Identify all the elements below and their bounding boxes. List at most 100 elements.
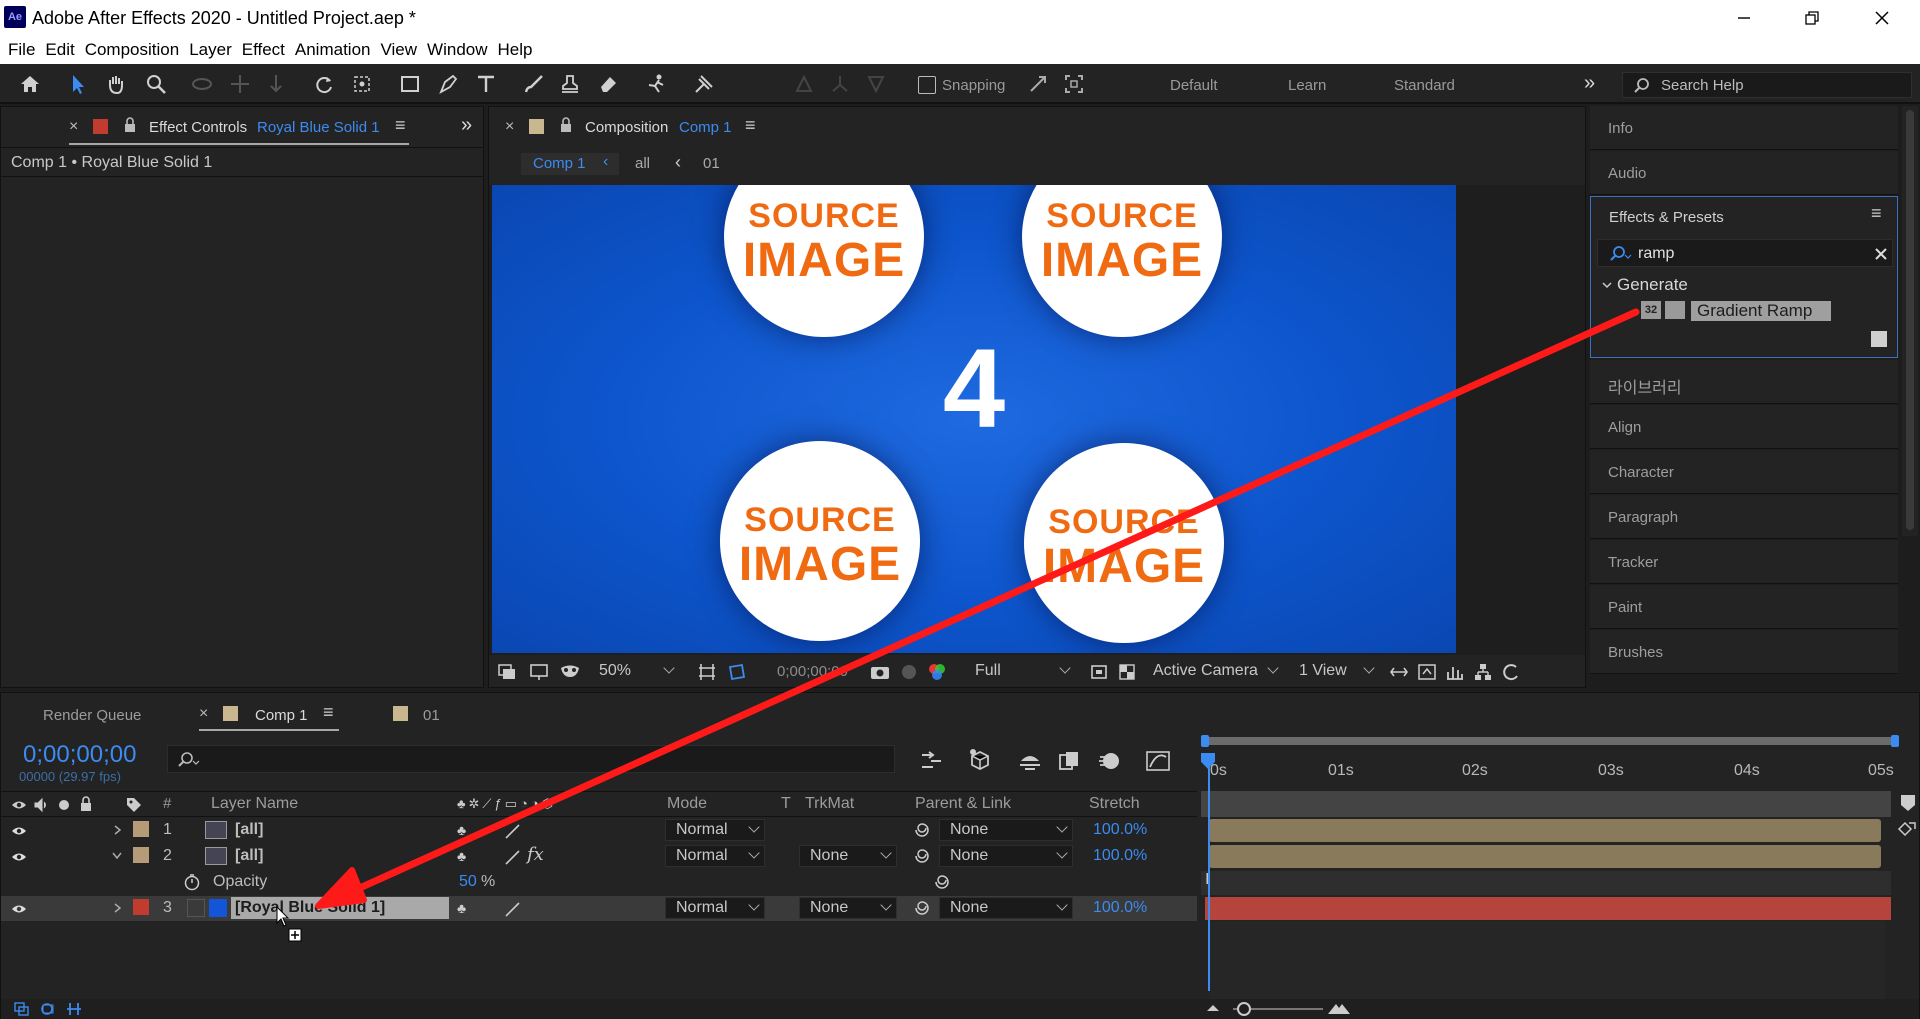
tracker-panel-tab[interactable]: Tracker [1590, 540, 1898, 584]
menu-help[interactable]: Help [498, 40, 533, 60]
align-panel-tab[interactable]: Align [1590, 405, 1898, 449]
expression-pick-whip-icon[interactable] [933, 873, 951, 891]
shy-switch-icon[interactable]: ♣ [457, 822, 475, 840]
new-bin-icon[interactable] [1871, 331, 1887, 347]
layer-row-1[interactable]: 1 [all] ♣ Normal None 100.0% [1, 818, 1197, 843]
frame-blending-icon[interactable] [1057, 749, 1083, 773]
zoom-in-icon[interactable] [1327, 1000, 1351, 1016]
panel-menu-icon[interactable]: ≡ [745, 115, 756, 136]
zoom-dropdown[interactable]: 50% [589, 661, 679, 683]
gradient-ramp-effect[interactable]: Gradient Ramp [1691, 301, 1831, 321]
close-window-button[interactable] [1860, 4, 1904, 32]
hand-tool-icon[interactable] [102, 70, 130, 98]
eye-icon[interactable] [11, 850, 27, 864]
effect-controls-layer[interactable]: Royal Blue Solid 1 [257, 119, 380, 136]
snap-edges-icon[interactable] [1024, 70, 1052, 98]
paragraph-panel-tab[interactable]: Paragraph [1590, 495, 1898, 539]
selection-tool-icon[interactable] [64, 70, 92, 98]
monitor-icon[interactable] [529, 663, 549, 681]
zoom-out-icon[interactable] [1205, 1001, 1221, 1015]
parent-dropdown[interactable]: None [939, 819, 1073, 841]
comp-button-icon[interactable] [1895, 819, 1917, 839]
home-icon[interactable] [16, 70, 44, 98]
layer-2-duration-bar[interactable] [1209, 845, 1881, 868]
resolution-grid-icon[interactable] [697, 662, 717, 682]
clear-search-icon[interactable] [1874, 247, 1888, 261]
effect-controls-title[interactable]: Effect Controls [149, 119, 247, 136]
shy-switch-icon[interactable]: ♣ [457, 848, 475, 866]
audio-panel-tab[interactable]: Audio [1590, 151, 1898, 195]
menu-animation[interactable]: Animation [295, 40, 371, 60]
pick-whip-icon[interactable] [913, 821, 931, 839]
quality-switch-icon[interactable] [503, 848, 521, 866]
zoom-slider-thumb[interactable] [1237, 1002, 1251, 1016]
menu-file[interactable]: File [8, 40, 35, 60]
character-panel-tab[interactable]: Character [1590, 450, 1898, 494]
trkmat-dropdown[interactable]: None [799, 897, 897, 919]
layer-row-3[interactable]: 3 [Royal Blue Solid 1] ♣ Normal None Non… [1, 896, 1197, 921]
libraries-panel-tab[interactable]: 라이브러리 [1590, 360, 1898, 404]
transparency-grid-icon[interactable] [1117, 662, 1137, 682]
composition-mini-flowchart-icon[interactable] [919, 749, 945, 773]
layer-switches-toggle-icon[interactable] [13, 1001, 31, 1017]
panel-menu-icon[interactable]: ≡ [1871, 203, 1882, 224]
clone-stamp-tool-icon[interactable] [556, 70, 584, 98]
draft-3d-icon[interactable] [967, 747, 993, 773]
layer-search-input[interactable] [167, 745, 895, 773]
stopwatch-icon[interactable] [183, 873, 201, 891]
eraser-tool-icon[interactable] [594, 70, 622, 98]
current-time-indicator[interactable] [1208, 759, 1210, 991]
time-navigator-bar[interactable] [1201, 737, 1899, 745]
trkmat-dropdown[interactable]: None [799, 845, 897, 867]
reset-exposure-icon[interactable] [1501, 662, 1521, 682]
panel-menu-icon[interactable]: ≡ [323, 702, 334, 723]
lock-icon[interactable] [123, 117, 137, 133]
layer-row-2[interactable]: 2 [all] ♣ fx Normal None None 100.0% [1, 844, 1197, 869]
current-time-display[interactable]: 0;00;00;00 [23, 741, 136, 769]
puppet-pin-tool-icon[interactable] [690, 70, 718, 98]
rotation-tool-icon[interactable] [310, 70, 338, 98]
transfer-controls-toggle-icon[interactable] [39, 1001, 57, 1017]
parent-dropdown[interactable]: None [939, 897, 1073, 919]
comp-01-timeline-tab[interactable]: 01 [423, 707, 440, 724]
pen-tool-icon[interactable] [434, 70, 462, 98]
color-channels-icon[interactable] [927, 662, 947, 682]
chevron-down-icon[interactable] [111, 850, 123, 862]
menu-view[interactable]: View [381, 40, 418, 60]
layer-label-color[interactable] [133, 899, 149, 915]
search-help-field[interactable]: Search Help [1622, 72, 1912, 98]
layer-label-color[interactable] [133, 821, 149, 837]
effects-search-input[interactable]: ramp [1597, 239, 1893, 267]
layer-3-duration-bar[interactable] [1205, 897, 1891, 920]
timeline-scrollbar[interactable] [1903, 843, 1917, 993]
layer-1-duration-bar[interactable] [1209, 819, 1881, 842]
camera-dropdown[interactable]: Active Camera [1143, 661, 1283, 683]
always-preview-icon[interactable] [497, 663, 517, 681]
workspace-learn[interactable]: Learn [1288, 77, 1326, 94]
comp-nav-item-all[interactable]: all [635, 155, 650, 172]
menu-composition[interactable]: Composition [85, 40, 180, 60]
layer-name-column-header[interactable]: Layer Name [211, 795, 298, 813]
workspace-overflow-icon[interactable]: » [1584, 72, 1595, 95]
panel-menu-icon[interactable]: ≡ [395, 115, 406, 136]
pick-whip-icon[interactable] [913, 847, 931, 865]
pick-whip-icon[interactable] [913, 899, 931, 917]
fx-switch[interactable]: fx [527, 844, 544, 865]
close-tab-icon[interactable]: × [69, 118, 78, 136]
resolution-dropdown[interactable]: Full [965, 661, 1075, 683]
effects-presets-title[interactable]: Effects & Presets [1609, 209, 1724, 226]
right-panel-scrollbar[interactable] [1902, 106, 1918, 536]
pan-behind-tool-icon[interactable] [348, 70, 376, 98]
chevron-left-icon[interactable]: ‹ [675, 152, 681, 173]
view-layout-dropdown[interactable]: 1 View [1289, 661, 1379, 683]
menu-window[interactable]: Window [427, 40, 487, 60]
work-area-bar[interactable] [1201, 791, 1891, 817]
composition-marker-bin-icon[interactable] [1899, 793, 1917, 813]
layer-stretch[interactable]: 100.0% [1093, 847, 1147, 865]
brushes-panel-tab[interactable]: Brushes [1590, 630, 1898, 674]
layer-name[interactable]: [all] [235, 821, 263, 839]
navigator-end-handle[interactable] [1891, 735, 1899, 747]
menu-effect[interactable]: Effect [242, 40, 285, 60]
composition-canvas[interactable]: SOURCE IMAGE SOURCE IMAGE SOURCE IMAGE S… [492, 185, 1456, 653]
menu-layer[interactable]: Layer [189, 40, 232, 60]
